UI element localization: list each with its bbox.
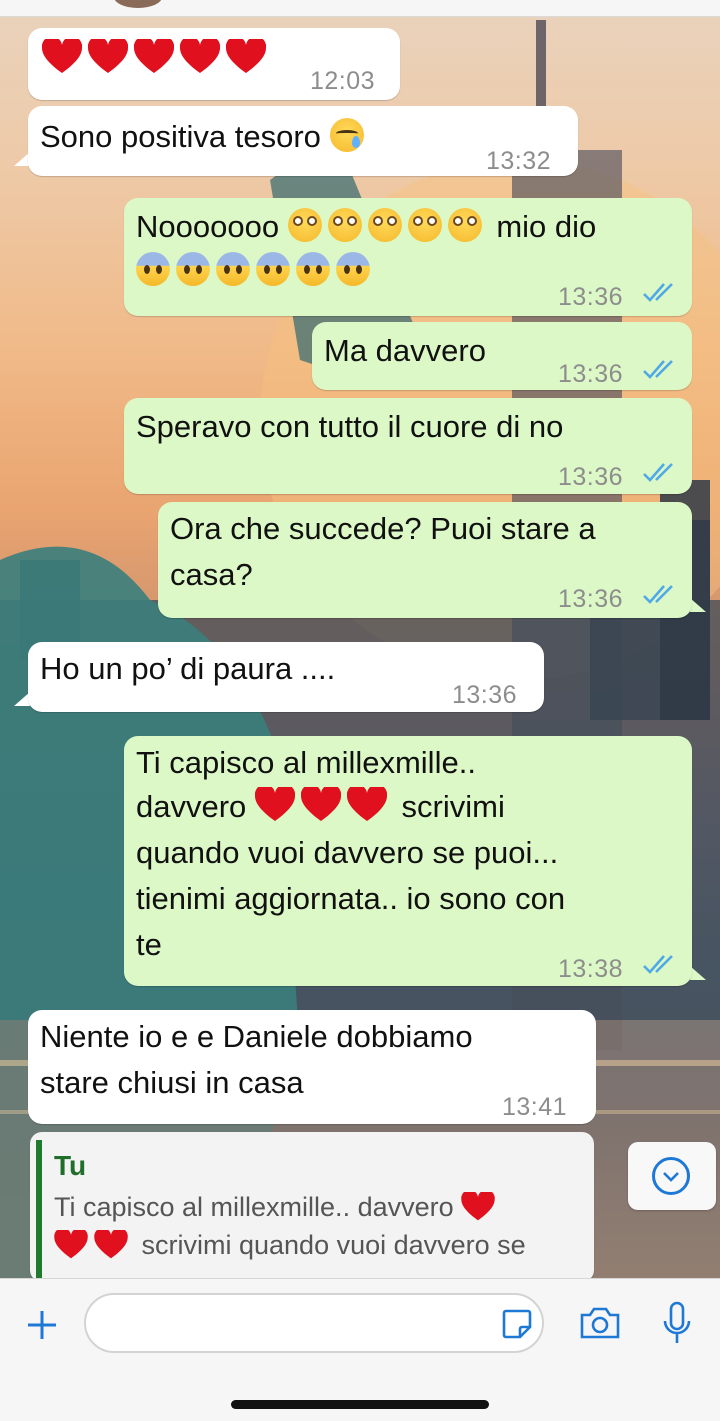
message-outgoing[interactable]: Speravo con tutto il cuore di no 13:36 [124, 398, 692, 494]
message-text: scrivimi [401, 789, 505, 824]
red-heart-icon [42, 39, 82, 73]
fearful-face-icon [136, 252, 170, 286]
quoted-message-card[interactable]: Tu Ti capisco al millexmille.. davvero s… [30, 1132, 594, 1282]
message-text: Ma davvero [324, 333, 486, 368]
message-text: Sono positiva tesoro [40, 119, 321, 154]
read-receipt-icon [643, 283, 673, 302]
message-time: 12:03 [310, 67, 376, 95]
red-heart-icon [346, 787, 387, 821]
red-heart-icon [300, 787, 341, 821]
red-heart-icon [180, 39, 220, 73]
flushed-face-icon [287, 208, 322, 242]
message-time: 13:36 [558, 585, 624, 613]
red-heart-icon [254, 787, 295, 821]
red-heart-icon [226, 39, 266, 73]
message-text: Niente io e e Daniele dobbiamo [40, 1019, 473, 1054]
red-heart-icon [461, 1192, 495, 1221]
message-text: quando vuoi davvero se puoi... [136, 835, 559, 870]
message-time: 13:32 [486, 147, 552, 175]
message-text: mio dio [496, 209, 597, 244]
camera-icon[interactable] [578, 1303, 622, 1343]
message-text: Ora che succede? Puoi stare a [170, 511, 596, 546]
crying-face-icon [329, 118, 364, 152]
message-outgoing[interactable]: Nooooooo mio dio 13:36 [124, 198, 692, 316]
message-text: stare chiusi in casa [40, 1065, 304, 1100]
message-text: Speravo con tutto il cuore di no [136, 409, 564, 444]
sticker-icon[interactable] [500, 1307, 534, 1341]
fearful-face-icon [336, 252, 370, 286]
message-incoming[interactable]: Niente io e e Daniele dobbiamo stare chi… [28, 1010, 596, 1124]
message-text: casa? [170, 557, 253, 592]
read-receipt-icon [643, 463, 673, 482]
red-heart-icon [94, 1230, 128, 1259]
red-heart-icon [54, 1230, 88, 1259]
read-receipt-icon [643, 585, 673, 604]
message-text: te [136, 927, 162, 962]
flushed-face-icon [367, 208, 402, 242]
message-time: 13:41 [502, 1093, 568, 1121]
fearful-face-icon [296, 252, 330, 286]
quoted-author: Tu [54, 1150, 87, 1181]
home-indicator [231, 1400, 489, 1409]
message-outgoing[interactable]: Ma davvero 13:36 [312, 322, 692, 390]
flushed-face-icon [407, 208, 442, 242]
bubble-tail [690, 966, 706, 980]
red-heart-icon [88, 39, 128, 73]
message-incoming[interactable]: Ho un po’ di paura .... 13:36 [28, 642, 544, 712]
quoted-text: Ti capisco al millexmille.. davvero [54, 1192, 454, 1222]
chat-header-edge [0, 0, 720, 17]
message-input[interactable] [84, 1293, 544, 1353]
message-incoming[interactable]: 12:03 [28, 28, 400, 100]
bubble-tail [690, 598, 706, 612]
quoted-text: scrivimi quando vuoi davvero se [141, 1230, 526, 1260]
flushed-face-icon [447, 208, 482, 242]
message-time: 13:38 [558, 955, 624, 983]
message-outgoing[interactable]: Ora che succede? Puoi stare a casa? 13:3… [158, 502, 692, 618]
message-time: 13:36 [452, 681, 518, 709]
fearful-face-icon [216, 252, 250, 286]
quote-bar [36, 1140, 42, 1282]
flushed-face-icon [327, 208, 362, 242]
message-text: tienimi aggiornata.. io sono con [136, 881, 566, 916]
message-text: Nooooooo [136, 209, 280, 244]
fearful-face-icon [176, 252, 210, 286]
plus-icon[interactable] [24, 1307, 60, 1343]
message-time: 13:36 [558, 463, 624, 491]
message-outgoing[interactable]: Ti capisco al millexmille.. davvero scri… [124, 736, 692, 986]
message-time: 13:36 [558, 360, 624, 388]
read-receipt-icon [643, 955, 673, 974]
message-text: Ho un po’ di paura .... [40, 651, 336, 686]
red-heart-icon [134, 39, 174, 73]
message-incoming[interactable]: Sono positiva tesoro 13:32 [28, 106, 578, 176]
scroll-to-bottom-button[interactable] [628, 1142, 716, 1210]
fearful-face-icon [256, 252, 290, 286]
read-receipt-icon [643, 360, 673, 379]
chevron-down-circle-icon [652, 1157, 690, 1195]
microphone-icon[interactable] [660, 1301, 694, 1347]
message-text: Ti capisco al millexmille.. [136, 745, 476, 780]
message-text: davvero [136, 789, 247, 824]
message-time: 13:36 [558, 283, 624, 311]
message-emoji-row [42, 38, 272, 80]
